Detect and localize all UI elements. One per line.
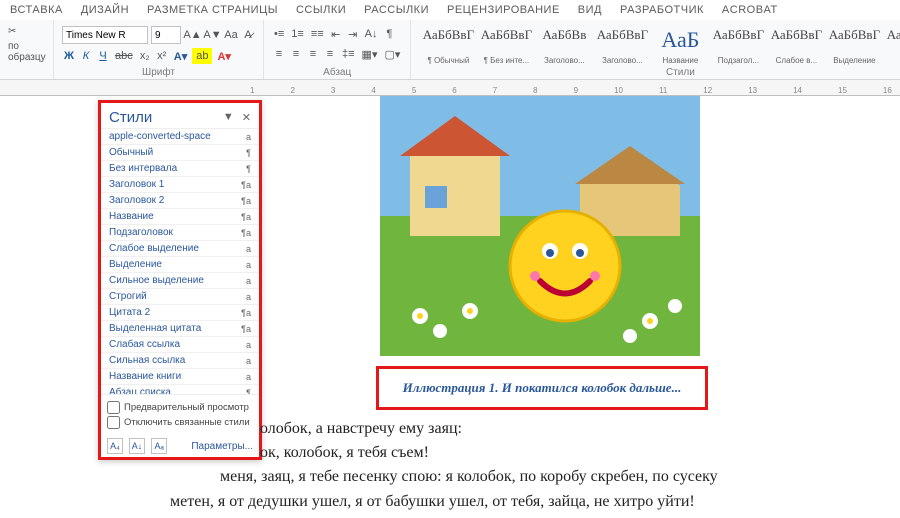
styles-group: АаБбВвГ¶ ОбычныйАаБбВвГ¶ Без инте...АаБб…: [411, 20, 900, 79]
styles-pane-item-9[interactable]: Сильное выделениеa: [101, 273, 259, 289]
paintbrush-icon[interactable]: ✂: [8, 26, 16, 37]
styles-pane-menu-icon[interactable]: ▼: [223, 111, 234, 124]
styles-pane-item-0[interactable]: apple-converted-spacea: [101, 129, 259, 145]
font-family-select[interactable]: [62, 26, 148, 44]
styles-pane: Стили ▼ ✕ apple-converted-spaceaОбычный¶…: [98, 100, 262, 460]
font-color-icon[interactable]: A▾: [215, 48, 232, 64]
text-effects-icon[interactable]: A▾: [172, 48, 189, 64]
style-gallery-item-3[interactable]: АаБбВвГЗаголово...: [593, 24, 651, 68]
font-group-label: Шрифт: [54, 67, 263, 78]
preview-checkbox[interactable]: Предварительный просмотр: [107, 401, 253, 414]
subscript-button[interactable]: x₂: [138, 48, 152, 64]
tab-view[interactable]: ВИД: [578, 4, 602, 16]
styles-group-label: Стили: [411, 67, 900, 78]
indent-inc-icon[interactable]: ⇥: [346, 26, 360, 42]
paragraph-group: •≡ 1≡ ≡≡ ⇤ ⇥ A↓ ¶ ≡ ≡ ≡ ≡ ‡≡ ▦▾ ▢▾ Абзац: [264, 20, 411, 79]
bold-button[interactable]: Ж: [62, 48, 76, 64]
caption-highlight: Иллюстрация 1. И покатился колобок дальш…: [376, 366, 708, 410]
change-case-icon[interactable]: Aa: [224, 27, 238, 43]
manage-styles-icon[interactable]: Aₐ: [151, 438, 167, 454]
align-center-icon[interactable]: ≡: [289, 46, 303, 62]
clear-format-icon[interactable]: A̷: [241, 27, 255, 43]
font-group: A▲ A▼ Aa A̷ Ж К Ч abc x₂ x² A▾ ab A▾ Шри…: [54, 20, 264, 79]
format-painter-label[interactable]: по образцу: [8, 41, 45, 63]
shrink-font-icon[interactable]: A▼: [204, 27, 221, 43]
highlight-icon[interactable]: ab: [192, 48, 212, 64]
style-inspector-icon[interactable]: A↓: [129, 438, 145, 454]
tab-developer[interactable]: РАЗРАБОТЧИК: [620, 4, 704, 16]
superscript-button[interactable]: x²: [155, 48, 169, 64]
styles-pane-item-2[interactable]: Без интервала¶: [101, 161, 259, 177]
styles-pane-item-4[interactable]: Заголовок 2¶a: [101, 193, 259, 209]
justify-icon[interactable]: ≡: [323, 46, 337, 62]
clipboard-group: ✂ по образцу: [0, 20, 54, 79]
ruler[interactable]: 1234567891011121314151617: [0, 80, 900, 96]
styles-pane-item-5[interactable]: Название¶a: [101, 209, 259, 225]
styles-pane-item-14[interactable]: Сильная ссылкаa: [101, 353, 259, 369]
align-left-icon[interactable]: ≡: [272, 46, 286, 62]
numbering-icon[interactable]: 1≡: [289, 26, 306, 42]
multilevel-icon[interactable]: ≡≡: [309, 26, 326, 42]
styles-pane-item-15[interactable]: Название книгиa: [101, 369, 259, 385]
tab-mailings[interactable]: РАССЫЛКИ: [364, 4, 429, 16]
shading-icon[interactable]: ▦▾: [360, 46, 380, 62]
style-gallery-item-4[interactable]: АаБНазвание: [651, 24, 709, 68]
styles-pane-item-16[interactable]: Абзац списка¶: [101, 385, 259, 395]
tab-review[interactable]: РЕЦЕНЗИРОВАНИЕ: [447, 4, 560, 16]
tab-insert[interactable]: ВСТАВКА: [10, 4, 63, 16]
ribbon-tabs: ВСТАВКА ДИЗАЙН РАЗМЕТКА СТРАНИЦЫ ССЫЛКИ …: [0, 0, 900, 20]
sort-icon[interactable]: A↓: [363, 26, 380, 42]
image-caption[interactable]: Иллюстрация 1. И покатился колобок дальш…: [403, 380, 682, 396]
style-gallery-item-0[interactable]: АаБбВвГ¶ Обычный: [419, 24, 477, 68]
styles-pane-item-7[interactable]: Слабое выделениеa: [101, 241, 259, 257]
tab-acrobat[interactable]: ACROBAT: [722, 4, 778, 16]
borders-icon[interactable]: ▢▾: [382, 46, 402, 62]
spell-error[interactable]: скребен: [591, 468, 645, 485]
styles-pane-title: Стили: [109, 109, 152, 126]
style-gallery-item-6[interactable]: АаБбВвГСлабое в...: [767, 24, 825, 68]
indent-dec-icon[interactable]: ⇤: [329, 26, 343, 42]
italic-button[interactable]: К: [79, 48, 93, 64]
document-image: [380, 96, 700, 356]
styles-pane-item-1[interactable]: Обычный¶: [101, 145, 259, 161]
strike-button[interactable]: abc: [113, 48, 135, 64]
document-area: Стили ▼ ✕ apple-converted-spaceaОбычный¶…: [0, 96, 900, 516]
styles-pane-item-11[interactable]: Цитата 2¶a: [101, 305, 259, 321]
style-gallery-item-1[interactable]: АаБбВвГ¶ Без инте...: [477, 24, 535, 68]
styles-pane-item-8[interactable]: Выделениеa: [101, 257, 259, 273]
tab-references[interactable]: ССЫЛКИ: [296, 4, 346, 16]
document-body[interactable]: олобок, а навстречу ему заяц: ок, колобо…: [170, 416, 880, 514]
spacing-icon[interactable]: ‡≡: [340, 46, 357, 62]
styles-pane-item-10[interactable]: Строгийa: [101, 289, 259, 305]
style-gallery-item-2[interactable]: АаБбВвЗаголово...: [535, 24, 593, 68]
style-gallery-item-8[interactable]: АаБбВвГСил...: [883, 24, 900, 68]
style-gallery-item-7[interactable]: АаБбВвГВыделение: [825, 24, 883, 68]
styles-pane-close-icon[interactable]: ✕: [242, 111, 251, 124]
grow-font-icon[interactable]: A▲: [184, 27, 201, 43]
styles-pane-item-6[interactable]: Подзаголовок¶a: [101, 225, 259, 241]
new-style-icon[interactable]: A₄: [107, 438, 123, 454]
show-marks-icon[interactable]: ¶: [383, 26, 397, 42]
ribbon: ✂ по образцу A▲ A▼ Aa A̷ Ж К Ч abc x₂ x²…: [0, 20, 900, 80]
styles-pane-item-12[interactable]: Выделенная цитата¶a: [101, 321, 259, 337]
underline-button[interactable]: Ч: [96, 48, 110, 64]
tab-design[interactable]: ДИЗАЙН: [81, 4, 129, 16]
align-right-icon[interactable]: ≡: [306, 46, 320, 62]
styles-pane-item-3[interactable]: Заголовок 1¶a: [101, 177, 259, 193]
styles-pane-item-13[interactable]: Слабая ссылкаa: [101, 337, 259, 353]
style-gallery-item-5[interactable]: АаБбВвГПодзагол...: [709, 24, 767, 68]
tab-layout[interactable]: РАЗМЕТКА СТРАНИЦЫ: [147, 4, 278, 16]
font-size-select[interactable]: [151, 26, 181, 44]
bullets-icon[interactable]: •≡: [272, 26, 286, 42]
paragraph-group-label: Абзац: [264, 67, 410, 78]
